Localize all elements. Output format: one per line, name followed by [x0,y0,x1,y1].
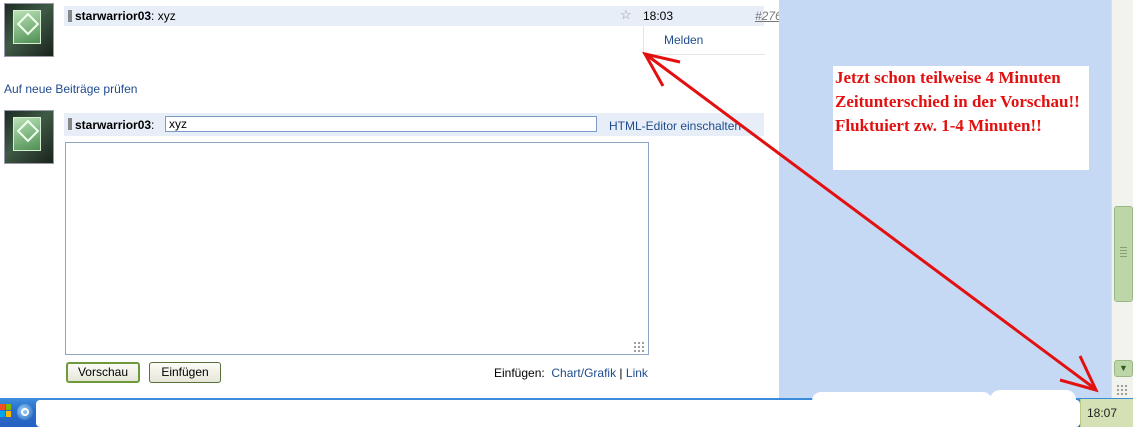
double-arrow-icon [642,51,1099,393]
taskbar-clock[interactable]: 18:07 [1087,406,1117,420]
redaction-blob [990,390,1076,410]
redaction-blob [812,392,992,410]
windows-logo-icon[interactable] [0,402,12,420]
browser-icon[interactable] [17,404,33,420]
